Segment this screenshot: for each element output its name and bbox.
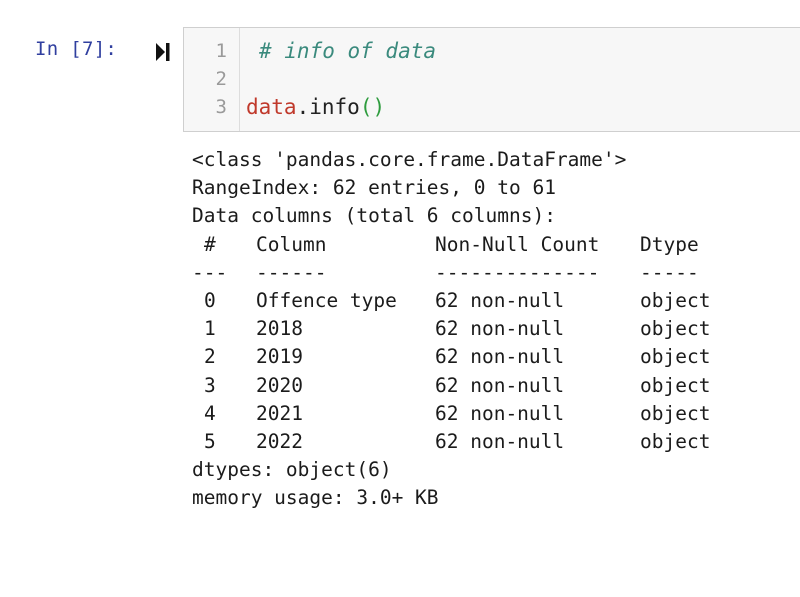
output-columns-summary: Data columns (total 6 columns):: [192, 204, 556, 228]
row-dtype: object: [640, 317, 711, 341]
row-column: 2019: [256, 345, 303, 369]
header-column: Column: [256, 232, 327, 256]
row-index: 3: [204, 373, 216, 397]
run-icon: [156, 43, 170, 61]
code-comment: # info of data: [259, 39, 437, 63]
row-non-null: 62 non-null: [435, 317, 565, 341]
row-index: 1: [204, 317, 216, 341]
code-parens: (): [359, 95, 386, 119]
row-column: 2018: [256, 317, 303, 341]
row-non-null: 62 non-null: [435, 429, 565, 453]
table-row: 5 2022 62 non-null object: [192, 428, 710, 456]
row-non-null: 62 non-null: [435, 288, 565, 312]
row-dtype: object: [640, 401, 711, 425]
line-number-gutter: 1 2 3: [184, 28, 240, 131]
row-index: 4: [204, 401, 216, 425]
row-non-null: 62 non-null: [435, 401, 565, 425]
output-dtypes-line: dtypes: object(6): [192, 458, 392, 482]
separator: ---: [192, 260, 228, 284]
run-cell-button[interactable]: [154, 40, 176, 64]
header-index: #: [204, 232, 216, 256]
code-dot: .: [296, 95, 310, 119]
row-column: Offence type: [256, 288, 397, 312]
separator: --------------: [435, 260, 600, 284]
separator: ------: [256, 260, 327, 284]
row-index: 2: [204, 345, 216, 369]
cell-output: <class 'pandas.core.frame.DataFrame'> Ra…: [192, 146, 710, 512]
code-cell-editor[interactable]: 1 2 3 # info of data data.info(): [183, 27, 800, 132]
header-non-null: Non-Null Count: [435, 232, 600, 256]
row-dtype: object: [640, 345, 711, 369]
row-column: 2020: [256, 373, 303, 397]
output-table-header: # Column Non-Null Count Dtype: [192, 231, 699, 259]
input-prompt: In [7]:: [35, 38, 118, 60]
output-memory-line: memory usage: 3.0+ KB: [192, 486, 439, 510]
output-range-index: RangeIndex: 62 entries, 0 to 61: [192, 176, 556, 200]
table-row: 0 Offence type 62 non-null object: [192, 287, 710, 315]
row-index: 5: [204, 429, 216, 453]
output-class-line: <class 'pandas.core.frame.DataFrame'>: [192, 148, 627, 171]
row-column: 2022: [256, 429, 303, 453]
row-dtype: object: [640, 288, 711, 312]
table-row: 3 2020 62 non-null object: [192, 372, 710, 400]
row-dtype: object: [640, 373, 711, 397]
code-method: info: [309, 95, 360, 119]
line-number: 2: [215, 68, 227, 90]
row-non-null: 62 non-null: [435, 345, 565, 369]
separator: -----: [640, 260, 699, 284]
row-dtype: object: [640, 429, 711, 453]
header-dtype: Dtype: [640, 232, 699, 256]
row-non-null: 62 non-null: [435, 373, 565, 397]
code-variable: data: [246, 95, 297, 119]
row-index: 0: [204, 288, 216, 312]
row-column: 2021: [256, 401, 303, 425]
line-number: 1: [215, 40, 227, 62]
table-row: 1 2018 62 non-null object: [192, 315, 710, 343]
output-table-separator: --- ------ -------------- -----: [192, 259, 699, 287]
table-row: 2 2019 62 non-null object: [192, 343, 710, 371]
code-line-3: data.info(): [246, 95, 385, 119]
line-number: 3: [215, 96, 227, 118]
table-row: 4 2021 62 non-null object: [192, 400, 710, 428]
